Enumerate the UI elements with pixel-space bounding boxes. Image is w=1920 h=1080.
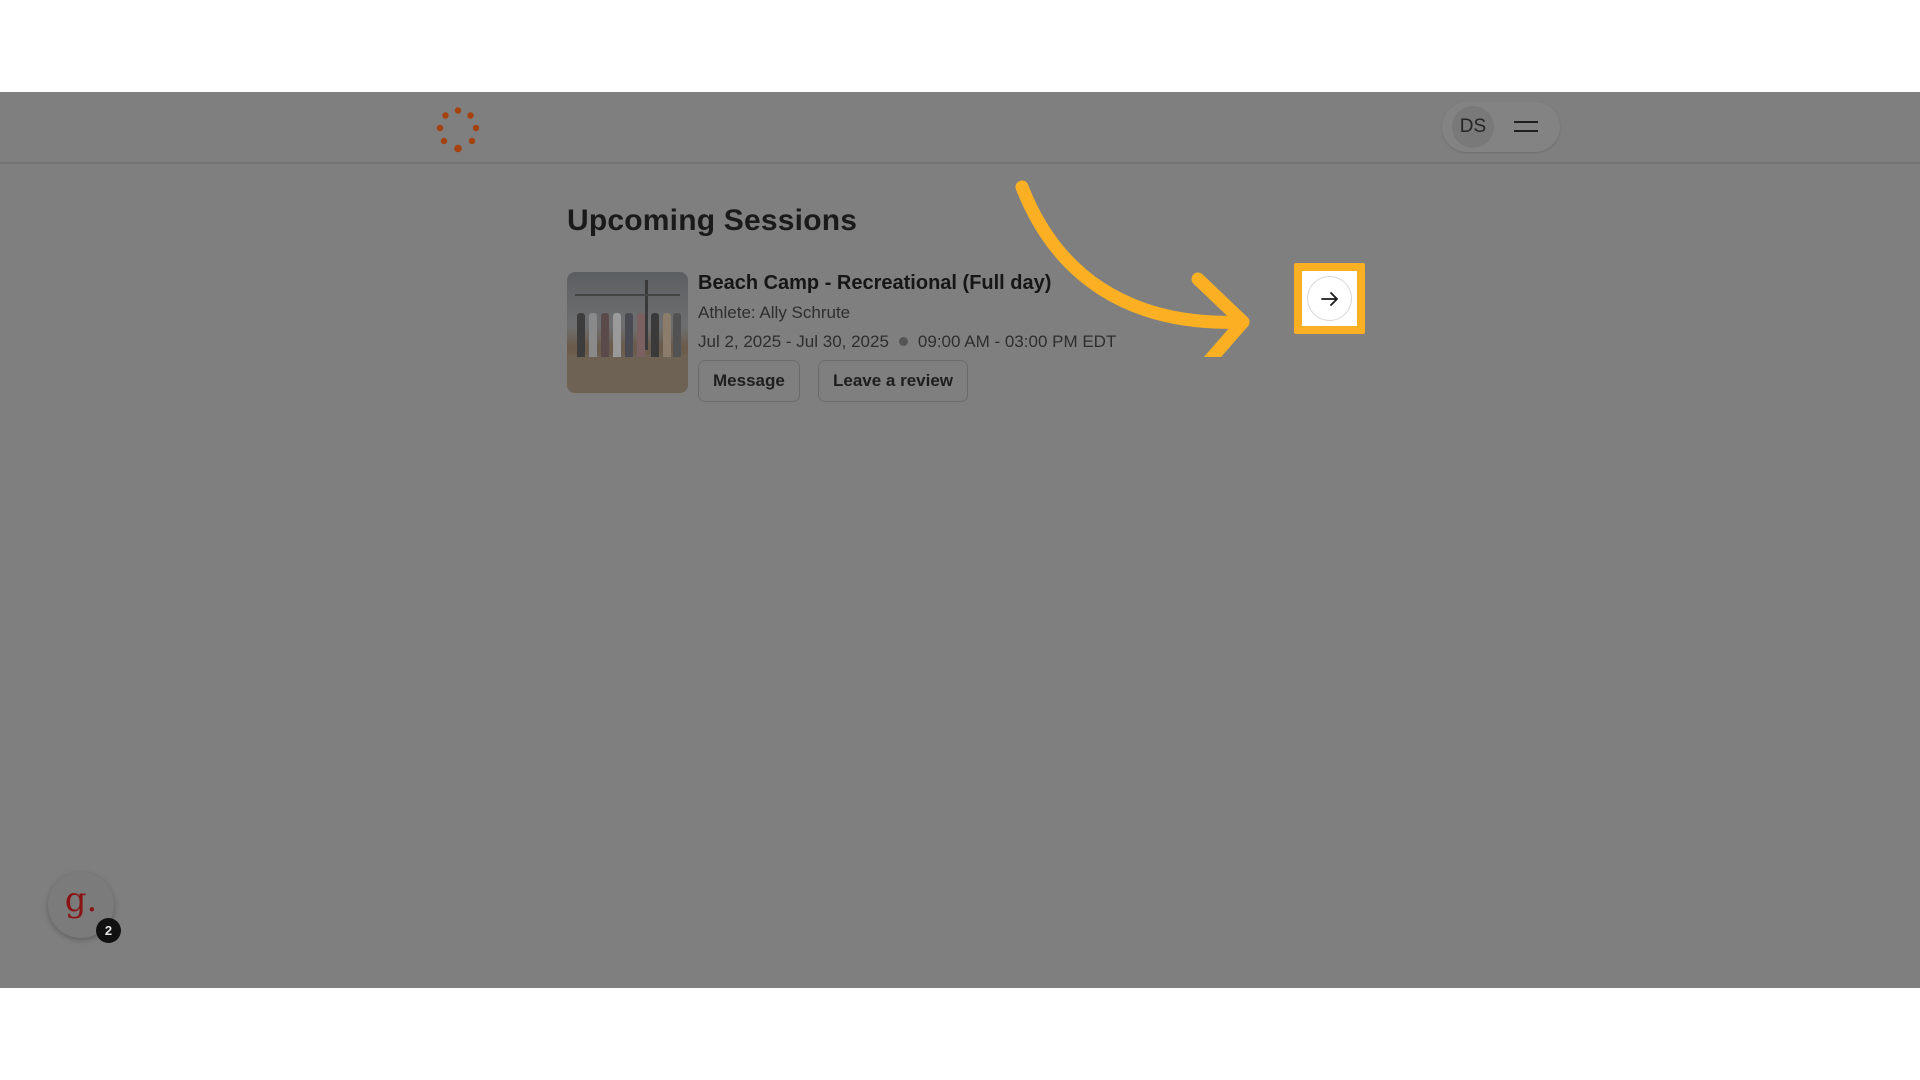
session-name: Beach Camp - Recreational (Full day) xyxy=(698,272,1052,294)
assistant-launcher-button[interactable]: g. 2 xyxy=(48,872,121,943)
dotted-circle-logo-icon[interactable] xyxy=(434,106,482,154)
curved-arrow-icon xyxy=(1015,180,1250,357)
arrow-right-icon xyxy=(1321,292,1338,306)
open-session-button[interactable] xyxy=(1307,276,1352,321)
notification-badge: 2 xyxy=(96,918,121,943)
user-menu-pill[interactable]: DS xyxy=(1442,102,1560,152)
separator-dot xyxy=(898,337,908,347)
leave-review-button[interactable]: Leave a review xyxy=(818,360,969,402)
assistant-logo-icon: g. xyxy=(64,880,98,920)
session-thumbnail xyxy=(567,272,688,393)
highlight-box xyxy=(1294,263,1365,334)
user-avatar[interactable]: DS xyxy=(1452,106,1494,148)
page-title: Upcoming Sessions xyxy=(567,204,858,237)
app-window: DS Upcoming Sessions Beach Camp - Recrea… xyxy=(0,92,1920,988)
session-athlete: Athlete: Ally Schrute xyxy=(698,303,851,322)
message-button[interactable]: Message xyxy=(698,360,800,402)
top-navigation-bar: DS xyxy=(0,92,1920,164)
session-dates: Jul 2, 2025 - Jul 30, 2025 xyxy=(698,332,889,351)
hamburger-menu-icon[interactable] xyxy=(1514,116,1540,138)
